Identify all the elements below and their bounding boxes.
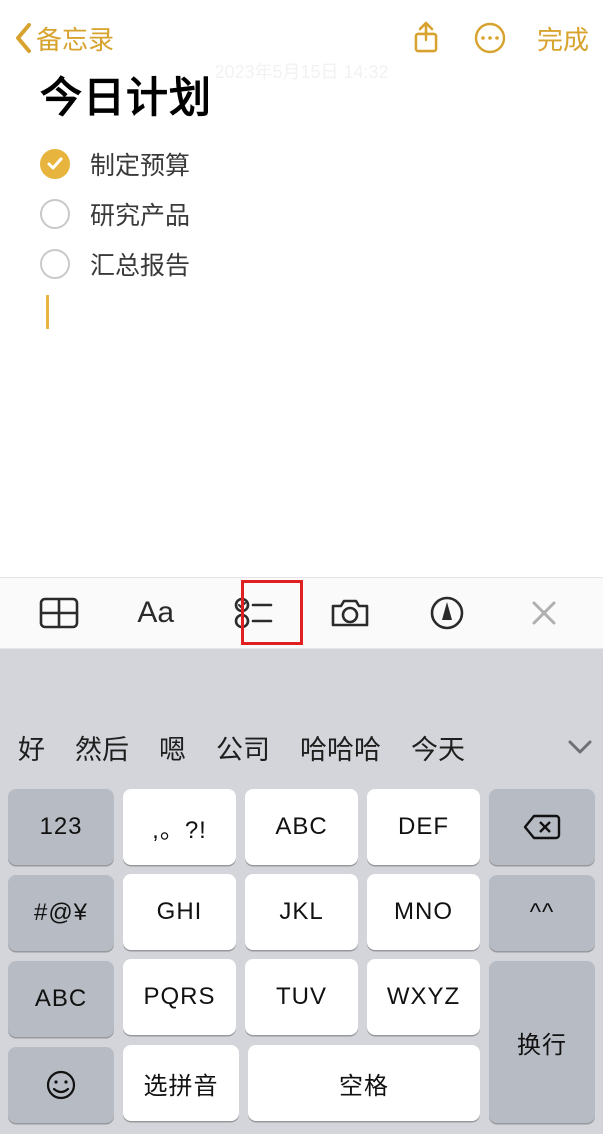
key-pqrs[interactable]: PQRS: [123, 959, 236, 1035]
close-toolbar-button[interactable]: [514, 588, 574, 638]
candidate[interactable]: 公司: [216, 728, 270, 767]
candidate[interactable]: 好: [18, 728, 45, 767]
checklist-item[interactable]: 汇总报告: [40, 239, 563, 289]
candidate[interactable]: 哈哈哈: [300, 728, 381, 767]
chevron-left-icon: [14, 22, 34, 54]
checklist-button[interactable]: [223, 588, 283, 638]
done-button[interactable]: 完成: [537, 20, 589, 57]
key-space[interactable]: 空格: [248, 1045, 480, 1121]
checklist-item-text: 汇总报告: [90, 246, 190, 282]
checkbox-empty-icon[interactable]: [40, 199, 70, 229]
checkbox-checked-icon[interactable]: [40, 149, 70, 179]
key-abc2[interactable]: ABC: [245, 789, 358, 865]
key-backspace[interactable]: [489, 789, 595, 865]
key-return[interactable]: 换行: [489, 961, 595, 1123]
key-ghi[interactable]: GHI: [123, 874, 236, 950]
key-symbols[interactable]: #@¥: [8, 875, 114, 951]
note-body[interactable]: 2023年5月15日 14:32 今日计划 制定预算 研究产品 汇总报告: [0, 58, 603, 329]
candidate[interactable]: 嗯: [159, 728, 186, 767]
camera-button[interactable]: [320, 588, 380, 638]
key-def[interactable]: DEF: [367, 789, 480, 865]
format-toolbar: Aa: [0, 577, 603, 649]
share-button[interactable]: [409, 21, 443, 55]
candidate[interactable]: 今天: [411, 728, 465, 767]
key-mno[interactable]: MNO: [367, 874, 480, 950]
key-emoji[interactable]: [8, 1047, 114, 1123]
key-123[interactable]: 123: [8, 789, 114, 865]
markup-button[interactable]: [417, 588, 477, 638]
key-wxyz[interactable]: WXYZ: [367, 959, 480, 1035]
key-select-pinyin[interactable]: 选拼音: [123, 1045, 239, 1121]
key-jkl[interactable]: JKL: [245, 874, 358, 950]
candidate[interactable]: 然后: [75, 728, 129, 767]
checklist-item[interactable]: 制定预算: [40, 139, 563, 189]
expand-candidates-button[interactable]: [567, 738, 593, 756]
checklist: 制定预算 研究产品 汇总报告: [40, 139, 563, 289]
checklist-item-text: 研究产品: [90, 196, 190, 232]
key-abc[interactable]: ABC: [8, 961, 114, 1037]
candidate-strip: 好 然后 嗯 公司 哈哈哈 今天: [0, 711, 603, 783]
key-punct[interactable]: ,。?!: [123, 789, 236, 865]
key-tuv[interactable]: TUV: [245, 959, 358, 1035]
key-face[interactable]: ^^: [489, 875, 595, 951]
checklist-item[interactable]: 研究产品: [40, 189, 563, 239]
back-label: 备忘录: [36, 20, 114, 57]
table-button[interactable]: [29, 588, 89, 638]
keyboard: 好 然后 嗯 公司 哈哈哈 今天 123 #@¥ ABC: [0, 649, 603, 1134]
text-cursor: [46, 295, 49, 329]
checklist-item-text: 制定预算: [90, 146, 190, 182]
back-button[interactable]: 备忘录: [14, 20, 114, 57]
checkbox-empty-icon[interactable]: [40, 249, 70, 279]
text-format-button[interactable]: Aa: [126, 588, 186, 638]
more-button[interactable]: [473, 21, 507, 55]
